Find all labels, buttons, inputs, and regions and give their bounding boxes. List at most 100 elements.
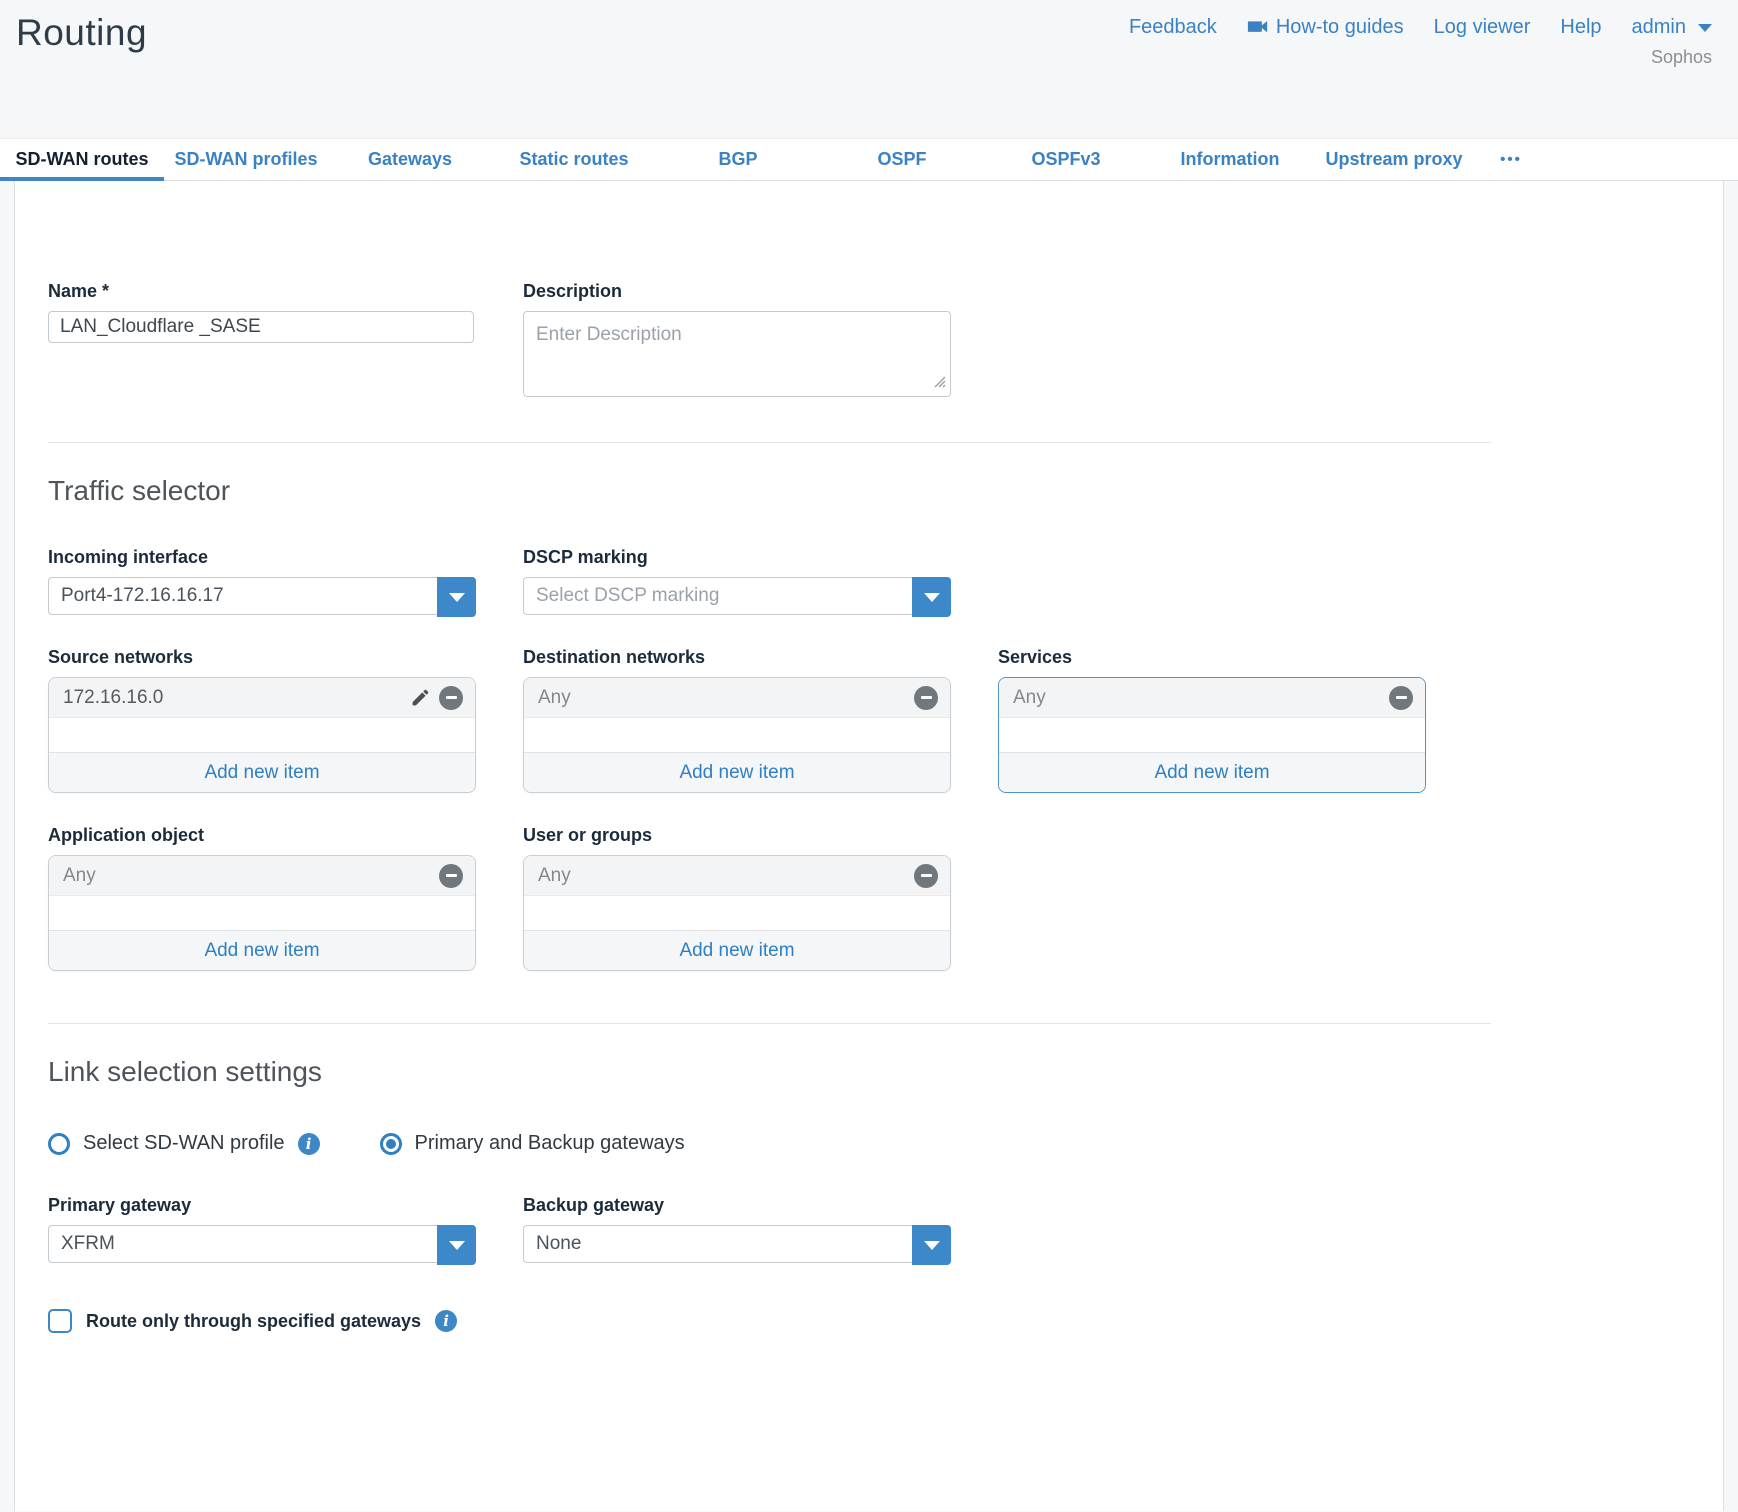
services-label: Services [998,647,1426,668]
user-groups-group: User or groups Any Add new item [523,825,951,971]
route-only-row: Route only through specified gateways i [48,1309,1690,1333]
top-header: Routing Feedback How-to guides Log viewe… [0,0,1738,138]
dropdown-arrow-icon[interactable] [912,1225,951,1265]
list-item: Any [49,856,475,896]
remove-icon[interactable] [914,864,938,888]
dscp-select[interactable]: Select DSCP marking [523,577,951,615]
add-new-item-button[interactable]: Add new item [524,752,950,792]
application-object-box: Any Add new item [48,855,476,971]
tab-bgp[interactable]: BGP [656,139,820,180]
services-value: Any [1013,687,1046,709]
application-object-label: Application object [48,825,476,846]
description-field-group: Description [523,281,951,402]
list-item: Any [999,678,1425,718]
radio-sdwan-profile-label: Select SD-WAN profile [83,1132,285,1155]
info-icon[interactable]: i [435,1310,457,1332]
destination-network-value: Any [538,687,571,709]
header-links: Feedback How-to guides Log viewer Help a… [1129,16,1712,39]
dropdown-arrow-icon[interactable] [912,577,951,617]
name-input[interactable] [48,311,474,343]
description-textarea[interactable] [523,311,951,397]
remove-icon[interactable] [1389,686,1413,710]
tab-upstream-proxy[interactable]: Upstream proxy [1312,139,1476,180]
backup-gateway-select[interactable]: None [523,1225,951,1263]
howto-guides-link[interactable]: How-to guides [1247,16,1404,39]
radio-primary-backup[interactable]: Primary and Backup gateways [380,1132,685,1155]
user-groups-box: Any Add new item [523,855,951,971]
incoming-interface-label: Incoming interface [48,547,476,568]
radio-button-selected-icon[interactable] [380,1133,402,1155]
howto-guides-label: How-to guides [1276,16,1404,39]
application-users-row: Application object Any Add new item User… [48,825,1690,971]
tab-gateways[interactable]: Gateways [328,139,492,180]
incoming-interface-select[interactable]: Port4-172.16.16.17 [48,577,476,615]
add-new-item-button[interactable]: Add new item [999,752,1425,792]
remove-icon[interactable] [439,686,463,710]
interface-dscp-row: Incoming interface Port4-172.16.16.17 DS… [48,547,1690,615]
services-group: Services Any Add new item [998,647,1426,793]
list-item: Any [524,678,950,718]
header-right: Feedback How-to guides Log viewer Help a… [1129,12,1712,68]
tab-sdwan-routes[interactable]: SD-WAN routes [0,139,164,180]
services-box: Any Add new item [998,677,1426,793]
backup-gateway-value: None [536,1233,581,1255]
radio-primary-backup-label: Primary and Backup gateways [415,1132,685,1155]
admin-label: admin [1632,16,1686,39]
destination-networks-group: Destination networks Any Add new item [523,647,951,793]
dscp-group: DSCP marking Select DSCP marking [523,547,951,615]
primary-gateway-group: Primary gateway XFRM [48,1195,476,1263]
tab-more-menu[interactable]: ••• [1476,139,1546,180]
brand-label: Sophos [1129,47,1712,68]
gateways-row: Primary gateway XFRM Backup gateway None [48,1195,1690,1263]
traffic-selector-heading: Traffic selector [48,475,1690,507]
tab-bar: SD-WAN routes SD-WAN profiles Gateways S… [0,138,1738,181]
remove-icon[interactable] [914,686,938,710]
primary-gateway-select[interactable]: XFRM [48,1225,476,1263]
content-panel: Name * Description Traffic selector Inco… [14,181,1724,1511]
listbox-empty-area [524,896,950,930]
divider [48,442,1491,443]
tab-ospf[interactable]: OSPF [820,139,984,180]
log-viewer-link[interactable]: Log viewer [1434,16,1531,39]
add-new-item-button[interactable]: Add new item [49,930,475,970]
link-selection-heading: Link selection settings [48,1056,1690,1088]
listbox-empty-area [999,718,1425,752]
radio-button-icon[interactable] [48,1133,70,1155]
listbox-empty-area [49,718,475,752]
dropdown-arrow-icon[interactable] [437,577,476,617]
remove-icon[interactable] [439,864,463,888]
listbox-empty-area [49,896,475,930]
dscp-placeholder: Select DSCP marking [536,585,719,607]
help-link[interactable]: Help [1560,16,1601,39]
list-item: 172.16.16.0 [49,678,475,718]
tab-ospfv3[interactable]: OSPFv3 [984,139,1148,180]
name-description-row: Name * Description [48,181,1690,402]
add-new-item-button[interactable]: Add new item [49,752,475,792]
description-label: Description [523,281,951,302]
backup-gateway-group: Backup gateway None [523,1195,951,1263]
primary-gateway-label: Primary gateway [48,1195,476,1216]
admin-menu[interactable]: admin [1632,16,1712,39]
listbox-empty-area [524,718,950,752]
user-groups-label: User or groups [523,825,951,846]
application-object-group: Application object Any Add new item [48,825,476,971]
tab-sdwan-profiles[interactable]: SD-WAN profiles [164,139,328,180]
feedback-link[interactable]: Feedback [1129,16,1217,39]
info-icon[interactable]: i [298,1133,320,1155]
destination-networks-label: Destination networks [523,647,951,668]
add-new-item-button[interactable]: Add new item [524,930,950,970]
edit-icon[interactable] [410,687,431,708]
dropdown-arrow-icon[interactable] [437,1225,476,1265]
tab-static-routes[interactable]: Static routes [492,139,656,180]
application-object-value: Any [63,865,96,887]
chevron-down-icon [1698,24,1712,32]
route-only-checkbox[interactable] [48,1309,72,1333]
destination-networks-box: Any Add new item [523,677,951,793]
link-selection-radios: Select SD-WAN profile i Primary and Back… [48,1132,1690,1155]
primary-gateway-value: XFRM [61,1233,115,1255]
tab-information[interactable]: Information [1148,139,1312,180]
radio-sdwan-profile[interactable]: Select SD-WAN profile i [48,1132,320,1155]
name-label: Name * [48,281,476,302]
source-networks-group: Source networks 172.16.16.0 Add new item [48,647,476,793]
incoming-interface-group: Incoming interface Port4-172.16.16.17 [48,547,476,615]
